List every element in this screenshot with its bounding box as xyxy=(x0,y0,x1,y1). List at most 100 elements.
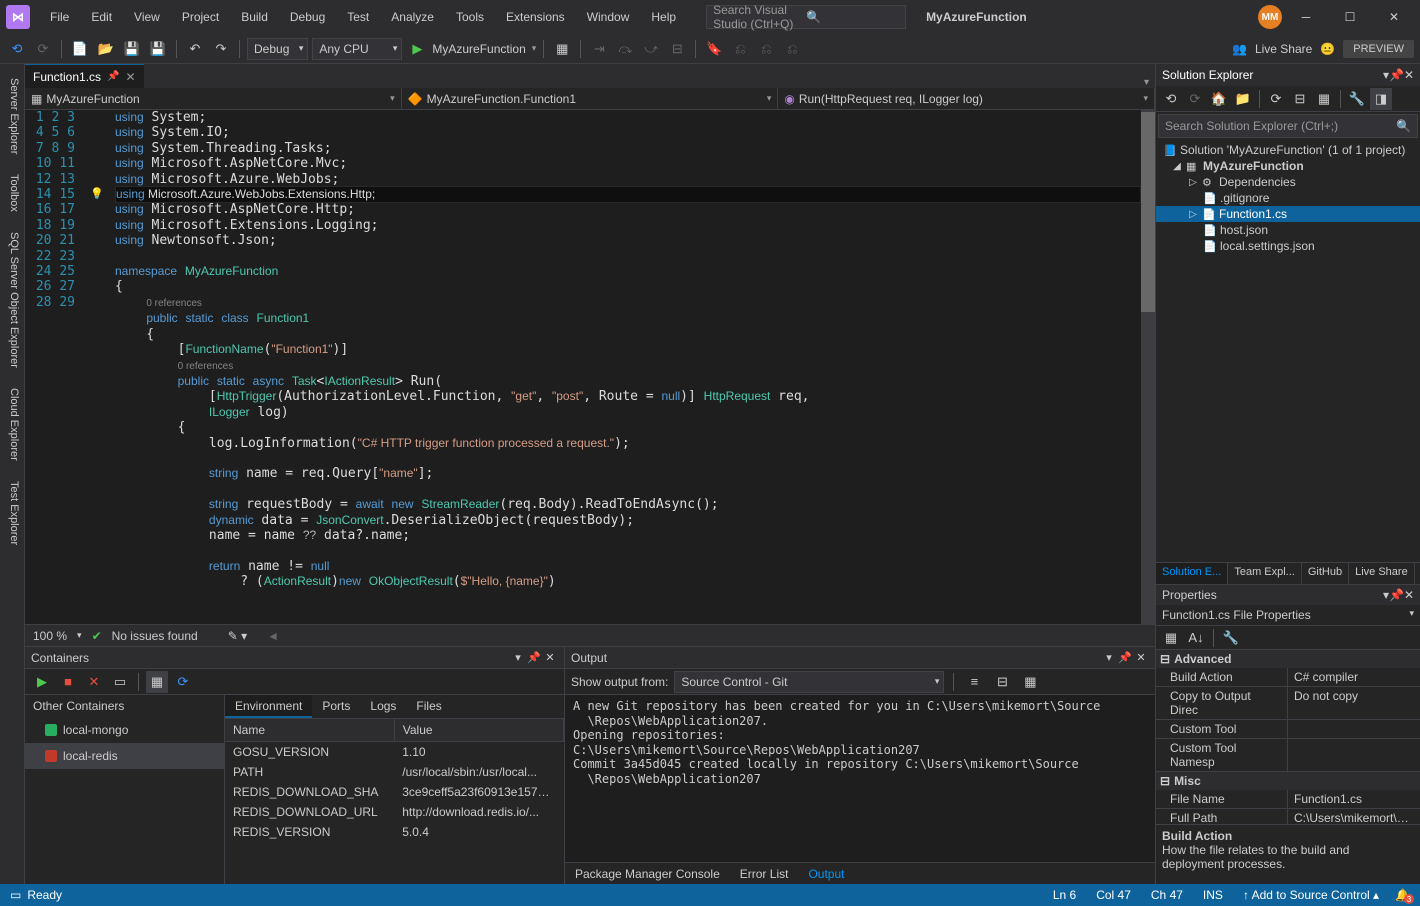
status-col[interactable]: Col 47 xyxy=(1096,888,1131,902)
quick-search[interactable]: Search Visual Studio (Ctrl+Q) 🔍 xyxy=(706,5,906,29)
se-preview-icon[interactable]: ◨ xyxy=(1370,88,1392,110)
close-panel-icon[interactable]: ✕ xyxy=(1404,588,1414,602)
se-refresh-icon[interactable]: ⟳ xyxy=(1265,88,1287,110)
output-clear-icon[interactable]: ≡ xyxy=(963,671,985,693)
tree-file-gitignore[interactable]: 📄.gitignore xyxy=(1156,190,1420,206)
cont-play-icon[interactable]: ▶ xyxy=(31,671,53,693)
se-tab-0[interactable]: Solution E... xyxy=(1156,563,1228,584)
menu-tools[interactable]: Tools xyxy=(446,4,494,30)
properties-subject[interactable]: Function1.cs File Properties ▾ xyxy=(1156,605,1420,626)
tree-file-hostjson[interactable]: 📄host.json xyxy=(1156,222,1420,238)
cont-terminal-icon[interactable]: ▭ xyxy=(109,671,131,693)
menu-debug[interactable]: Debug xyxy=(280,4,335,30)
config-combo[interactable]: Debug xyxy=(247,38,308,60)
nav-back-icon[interactable]: ⟲ xyxy=(6,38,28,60)
bottom-tab-error-list[interactable]: Error List xyxy=(736,865,793,883)
toolbar-icon-7[interactable]: ⎌ xyxy=(755,38,777,60)
cont-tab-files[interactable]: Files xyxy=(406,695,451,718)
doc-tabs-overflow-icon[interactable]: ▾ xyxy=(1138,77,1155,88)
left-tab-server-explorer[interactable]: Server Explorer xyxy=(0,68,24,164)
col-value[interactable]: Value xyxy=(394,719,563,742)
maximize-button[interactable]: ☐ xyxy=(1330,3,1370,31)
toolbar-icon-8[interactable]: ⎌ xyxy=(781,38,803,60)
redo-icon[interactable]: ↷ xyxy=(210,38,232,60)
pin-icon[interactable]: 📌 xyxy=(107,71,119,82)
nav-member-combo[interactable]: ◉Run(HttpRequest req, ILogger log) xyxy=(778,88,1155,109)
start-target[interactable]: MyAzureFunction xyxy=(432,42,525,56)
env-row[interactable]: GOSU_VERSION1.10 xyxy=(225,742,564,763)
nav-class-combo[interactable]: 🔶MyAzureFunction.Function1 xyxy=(402,88,779,109)
feedback-icon[interactable]: 😐 xyxy=(1320,42,1335,56)
close-panel-icon[interactable]: ✕ xyxy=(1133,650,1149,666)
open-icon[interactable]: 📂 xyxy=(95,38,117,60)
prop-row[interactable]: Copy to Output DirecDo not copy xyxy=(1156,687,1420,720)
tree-file-localsettings[interactable]: 📄local.settings.json xyxy=(1156,238,1420,254)
tree-solution[interactable]: 📘Solution 'MyAzureFunction' (1 of 1 proj… xyxy=(1156,142,1420,158)
container-item-redis[interactable]: local-redis xyxy=(25,743,224,769)
env-row[interactable]: REDIS_DOWNLOAD_URLhttp://download.redis.… xyxy=(225,802,564,822)
close-button[interactable]: ✕ xyxy=(1374,3,1414,31)
props-alpha-icon[interactable]: A↓ xyxy=(1185,627,1207,649)
new-item-icon[interactable]: 📄 xyxy=(69,38,91,60)
status-ch[interactable]: Ch 47 xyxy=(1151,888,1183,902)
bottom-tab-package-manager-console[interactable]: Package Manager Console xyxy=(571,865,724,883)
undo-icon[interactable]: ↶ xyxy=(184,38,206,60)
menu-extensions[interactable]: Extensions xyxy=(496,4,575,30)
props-categorized-icon[interactable]: ▦ xyxy=(1160,627,1182,649)
platform-combo[interactable]: Any CPU xyxy=(312,38,402,60)
menu-build[interactable]: Build xyxy=(231,4,278,30)
menu-help[interactable]: Help xyxy=(641,4,686,30)
nav-fwd-icon[interactable]: ⟳ xyxy=(32,38,54,60)
editor-scrollbar[interactable] xyxy=(1141,110,1155,624)
left-tab-cloud-explorer[interactable]: Cloud Explorer xyxy=(0,378,24,471)
output-icon-3[interactable]: ▦ xyxy=(1019,671,1041,693)
se-back-icon[interactable]: ⟲ xyxy=(1160,88,1182,110)
se-sync-icon[interactable]: 📁 xyxy=(1232,88,1254,110)
left-tab-sql-server-object-explorer[interactable]: SQL Server Object Explorer xyxy=(0,222,24,378)
se-props-icon[interactable]: 🔧 xyxy=(1346,88,1368,110)
minimize-button[interactable]: ─ xyxy=(1286,3,1326,31)
add-source-control[interactable]: ↑ Add to Source Control ▴ xyxy=(1243,888,1379,902)
toolbar-icon-5[interactable]: ⊟ xyxy=(666,38,688,60)
pin-panel-icon[interactable]: 📌 xyxy=(1117,650,1133,666)
close-panel-icon[interactable]: ✕ xyxy=(542,650,558,666)
cont-tab-environment[interactable]: Environment xyxy=(225,695,312,718)
props-pages-icon[interactable]: 🔧 xyxy=(1220,627,1242,649)
prop-row[interactable]: Full PathC:\Users\mikemort\Sourc xyxy=(1156,809,1420,824)
document-tab-function1[interactable]: Function1.cs 📌 ✕ xyxy=(25,64,144,88)
issues-label[interactable]: No issues found xyxy=(112,629,198,643)
lightbulb-icon[interactable]: 💡 xyxy=(90,187,104,200)
pin-panel-icon[interactable]: 📌 xyxy=(1389,588,1404,602)
step-out-icon[interactable]: ⤻ xyxy=(640,38,662,60)
prop-row[interactable]: Custom Tool xyxy=(1156,720,1420,739)
step-into-icon[interactable]: ⇥ xyxy=(588,38,610,60)
toolbar-icon-1[interactable]: ▦ xyxy=(551,38,573,60)
user-avatar[interactable]: MM xyxy=(1258,5,1282,29)
cont-stop-icon[interactable]: ■ xyxy=(57,671,79,693)
window-position-icon[interactable]: ▾ xyxy=(510,650,526,666)
se-tab-1[interactable]: Team Expl... xyxy=(1228,563,1302,584)
env-row[interactable]: REDIS_VERSION5.0.4 xyxy=(225,822,564,842)
menu-test[interactable]: Test xyxy=(337,4,379,30)
left-tab-toolbox[interactable]: Toolbox xyxy=(0,164,24,222)
se-home-icon[interactable]: 🏠 xyxy=(1208,88,1230,110)
save-icon[interactable]: 💾 xyxy=(121,38,143,60)
menu-edit[interactable]: Edit xyxy=(81,4,122,30)
props-cat-misc[interactable]: ⊟Misc xyxy=(1156,772,1420,790)
save-all-icon[interactable]: 💾 xyxy=(147,38,169,60)
tree-dependencies[interactable]: ▷⚙Dependencies xyxy=(1156,174,1420,190)
close-panel-icon[interactable]: ✕ xyxy=(1404,68,1414,82)
se-fwd-icon[interactable]: ⟳ xyxy=(1184,88,1206,110)
cont-refresh-icon[interactable]: ⟳ xyxy=(172,671,194,693)
window-position-icon[interactable]: ▾ xyxy=(1101,650,1117,666)
cont-tab-logs[interactable]: Logs xyxy=(360,695,406,718)
menu-window[interactable]: Window xyxy=(577,4,640,30)
step-over-icon[interactable]: ⤼ xyxy=(614,38,636,60)
cont-tab-ports[interactable]: Ports xyxy=(312,695,360,718)
menu-project[interactable]: Project xyxy=(172,4,229,30)
live-share-button[interactable]: Live Share xyxy=(1255,42,1312,56)
cont-delete-icon[interactable]: ✕ xyxy=(83,671,105,693)
prop-row[interactable]: Build ActionC# compiler xyxy=(1156,668,1420,687)
menu-analyze[interactable]: Analyze xyxy=(381,4,444,30)
env-row[interactable]: REDIS_DOWNLOAD_SHA3ce9ceff5a23f60913e157… xyxy=(225,782,564,802)
